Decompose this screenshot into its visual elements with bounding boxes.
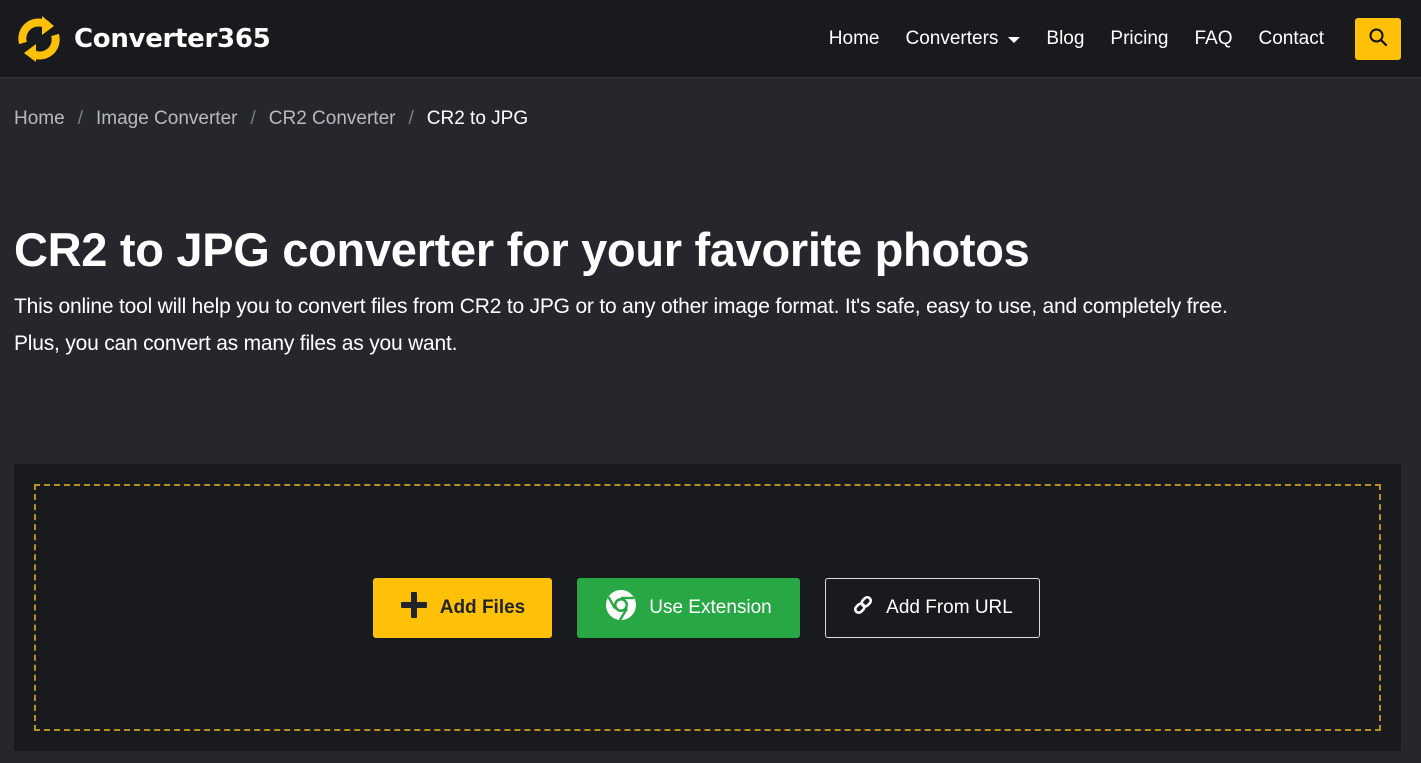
- add-files-label: Add Files: [439, 596, 526, 618]
- search-icon: [1368, 27, 1388, 50]
- brand-logo-link[interactable]: Converter365: [14, 13, 271, 65]
- hero: CR2 to JPG converter for your favorite p…: [0, 222, 1421, 362]
- breadcrumb-separator: /: [408, 108, 414, 129]
- breadcrumb: Home / Image Converter / CR2 Converter /…: [0, 78, 1421, 160]
- nav-converters[interactable]: Converters: [892, 28, 1033, 50]
- upload-panel: Add Files Use Extension Add From URL: [14, 464, 1401, 751]
- caret-down-icon: [1008, 36, 1021, 43]
- page-title: CR2 to JPG converter for your favorite p…: [14, 223, 1030, 276]
- file-dropzone[interactable]: Add Files Use Extension Add From URL: [34, 484, 1381, 731]
- sync-arrows-icon: [14, 13, 64, 65]
- chrome-icon: [605, 589, 637, 627]
- use-extension-label: Use Extension: [649, 596, 772, 618]
- navbar: Converter365 Home Converters Blog Pricin…: [0, 0, 1421, 78]
- main-nav: Home Converters Blog Pricing FAQ Contact: [816, 17, 1401, 60]
- nav-converters-label: Converters: [905, 27, 999, 49]
- search-button[interactable]: [1355, 17, 1401, 60]
- add-from-url-label: Add From URL: [886, 596, 1013, 618]
- nav-pricing[interactable]: Pricing: [1097, 28, 1181, 50]
- add-files-button[interactable]: Add Files: [373, 577, 552, 638]
- nav-home[interactable]: Home: [816, 28, 893, 50]
- nav-faq[interactable]: FAQ: [1182, 28, 1246, 50]
- breadcrumb-separator: /: [77, 108, 83, 129]
- add-from-url-button[interactable]: Add From URL: [825, 577, 1040, 638]
- plus-icon: [400, 591, 428, 625]
- hero-description: This online tool will help you to conver…: [14, 288, 1407, 362]
- breadcrumb-home[interactable]: Home: [14, 108, 65, 130]
- use-extension-button[interactable]: Use Extension: [577, 577, 800, 638]
- nav-contact[interactable]: Contact: [1246, 28, 1337, 50]
- breadcrumb-cr2-converter[interactable]: CR2 Converter: [269, 108, 396, 130]
- breadcrumb-image-converter[interactable]: Image Converter: [96, 108, 238, 130]
- breadcrumb-separator: /: [250, 108, 256, 129]
- hero-description-line2: Plus, you can convert as many files as y…: [14, 332, 458, 356]
- hero-description-line1: This online tool will help you to conver…: [14, 295, 1228, 319]
- nav-blog[interactable]: Blog: [1033, 28, 1097, 50]
- link-icon: [852, 594, 874, 622]
- brand-name: Converter365: [74, 23, 271, 54]
- breadcrumb-current: CR2 to JPG: [426, 108, 529, 129]
